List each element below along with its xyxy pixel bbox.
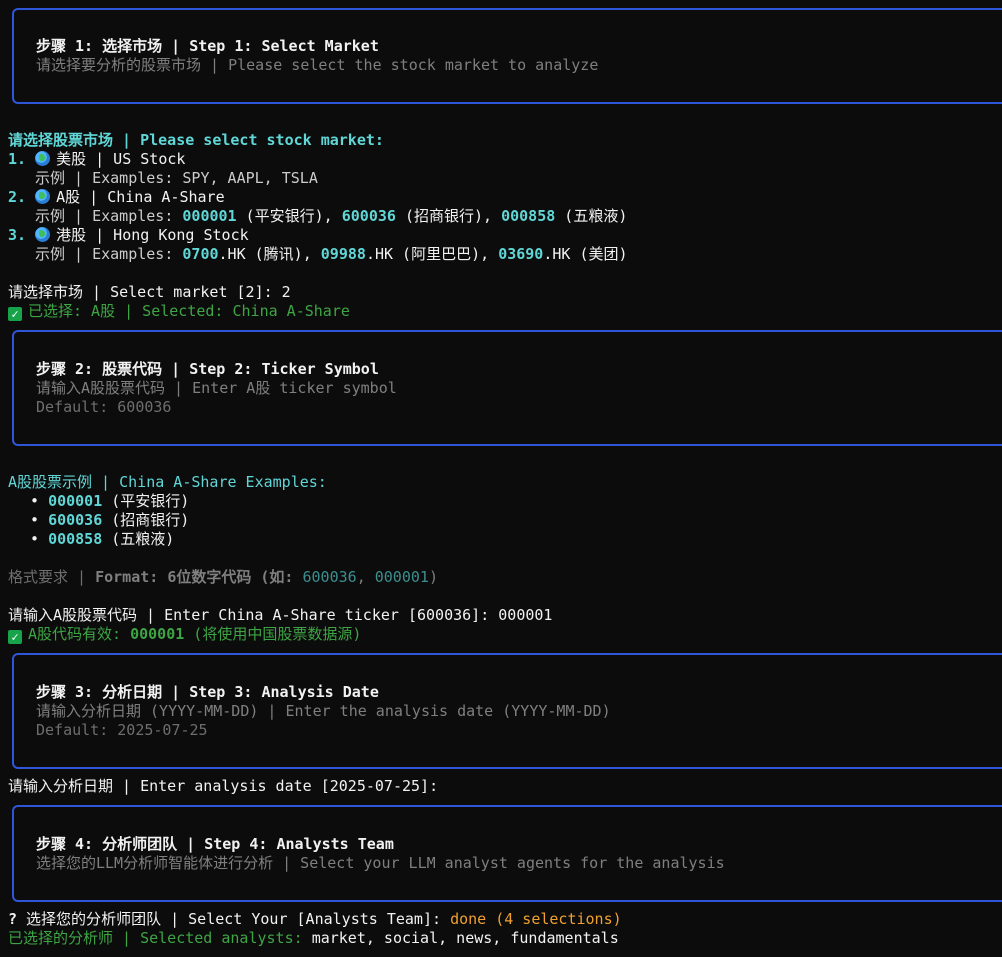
- step3-default: Default: 2025-07-25: [36, 721, 208, 739]
- market-select-input[interactable]: 请选择市场 | Select market [2]: 2: [8, 283, 291, 302]
- example-suffix: .HK: [543, 245, 571, 263]
- example-code: 600036: [341, 207, 396, 225]
- example-name: (平安银行),: [236, 207, 342, 225]
- example-prefix: 示例 | Examples:: [35, 245, 183, 263]
- market-selected-text: 已选择: A股 | Selected: China A-Share: [28, 302, 350, 320]
- market-example-hk: 示例 | Examples: 0700.HK (腾讯), 09988.HK (阿…: [35, 245, 628, 264]
- example-suffix: .HK: [365, 245, 394, 263]
- example-suffix: .HK: [218, 245, 246, 263]
- example-name: (招商银行): [102, 511, 190, 529]
- step2-default: Default: 600036: [36, 398, 172, 416]
- checkmark-icon: ✓: [8, 307, 22, 321]
- example-name: (平安银行): [102, 492, 190, 510]
- analysts-team-prompt[interactable]: ? 选择您的分析师团队 | Select Your [Analysts Team…: [8, 910, 622, 929]
- market-option-a-share[interactable]: 2. A股 | China A-Share: [8, 188, 225, 207]
- example-code: 000001: [48, 492, 103, 510]
- format-close: ): [428, 568, 438, 586]
- date-input[interactable]: 请输入分析日期 | Enter analysis date [2025-07-2…: [8, 777, 438, 796]
- question-mark: ?: [8, 910, 18, 928]
- globe-icon: [35, 189, 51, 204]
- example-code: 600036: [48, 511, 103, 529]
- market-label: A股 | China A-Share: [56, 188, 225, 206]
- step4-panel: 步骤 4: 分析师团队 | Step 4: Analysts Team 选择您的…: [12, 805, 1002, 902]
- market-option-us[interactable]: 1. 美股 | US Stock: [8, 150, 185, 169]
- selected-analysts-value: market, social, news, fundamentals: [311, 929, 619, 947]
- step3-panel: 步骤 3: 分析日期 | Step 3: Analysis Date 请输入分析…: [12, 653, 1002, 769]
- example-values: SPY, AAPL, TSLA: [182, 169, 318, 187]
- step2-title: 步骤 2: 股票代码 | Step 2: Ticker Symbol: [36, 360, 379, 378]
- example-code: 09988: [320, 245, 366, 263]
- list-item: • 600036 (招商银行): [30, 511, 190, 529]
- ticker-valid-code: 000001: [130, 625, 185, 643]
- format-prefix: 格式要求 |: [8, 568, 96, 586]
- example-name: (招商银行),: [395, 207, 502, 225]
- checkmark-icon: ✓: [8, 630, 22, 644]
- format-code: 600036: [302, 568, 357, 586]
- step4-title: 步骤 4: 分析师团队 | Step 4: Analysts Team: [36, 835, 394, 853]
- step3-subtitle: 请输入分析日期 (YYYY-MM-DD) | Enter the analysi…: [36, 702, 611, 720]
- market-number: 1.: [8, 150, 27, 168]
- list-item: • 000858 (五粮液): [30, 530, 175, 548]
- examples-title: A股股票示例 | China A-Share Examples:: [8, 473, 327, 491]
- format-label: Format: 6位数字代码 (如:: [95, 568, 303, 586]
- globe-icon: [35, 227, 51, 242]
- market-label: 港股 | Hong Kong Stock: [56, 226, 249, 244]
- team-prompt-text: 选择您的分析师团队 | Select Your [Analysts Team]:: [17, 910, 451, 928]
- step2-subtitle: 请输入A股股票代码 | Enter A股 ticker symbol: [36, 379, 397, 397]
- format-code: 000001: [374, 568, 429, 586]
- step1-panel: 步骤 1: 选择市场 | Step 1: Select Market 请选择要分…: [12, 8, 1002, 104]
- example-name: (阿里巴巴),: [393, 245, 499, 263]
- example-code: 000858: [48, 530, 103, 548]
- list-item: • 000001 (平安银行): [30, 492, 190, 510]
- format-sep: ,: [356, 568, 375, 586]
- ticker-valid-confirmation: ✓ A股代码有效: 000001 (将使用中国股票数据源): [8, 625, 361, 644]
- ticker-valid-prefix: A股代码有效:: [28, 625, 131, 643]
- selected-analysts: 已选择的分析师 | Selected analysts: market, soc…: [8, 929, 619, 948]
- example-name: (美团): [570, 245, 628, 263]
- step1-title: 步骤 1: 选择市场 | Step 1: Select Market: [36, 37, 379, 55]
- market-selected-confirmation: ✓ 已选择: A股 | Selected: China A-Share: [8, 302, 350, 321]
- market-prompt: 请选择股票市场 | Please select stock market:: [8, 131, 384, 149]
- example-code: 03690: [498, 245, 544, 263]
- example-code: 0700: [182, 245, 219, 263]
- market-label: 美股 | US Stock: [56, 150, 186, 168]
- market-example-us: 示例 | Examples: SPY, AAPL, TSLA: [35, 169, 318, 188]
- ticker-input[interactable]: 请输入A股股票代码 | Enter China A-Share ticker […: [8, 606, 552, 625]
- team-prompt-answer: done (4 selections): [450, 910, 622, 928]
- example-name: (腾讯),: [245, 245, 321, 263]
- market-option-hk[interactable]: 3. 港股 | Hong Kong Stock: [8, 226, 249, 245]
- market-example-a-share: 示例 | Examples: 000001 (平安银行), 600036 (招商…: [35, 207, 627, 226]
- example-name: (五粮液): [102, 530, 175, 548]
- example-prefix: 示例 | Examples:: [35, 207, 183, 225]
- market-number: 3.: [8, 226, 27, 244]
- selected-analysts-label: 已选择的分析师 | Selected analysts:: [8, 929, 312, 947]
- example-code: 000001: [182, 207, 237, 225]
- step2-panel: 步骤 2: 股票代码 | Step 2: Ticker Symbol 请输入A股…: [12, 330, 1002, 446]
- market-number: 2.: [8, 188, 27, 206]
- step3-title: 步骤 3: 分析日期 | Step 3: Analysis Date: [36, 683, 379, 701]
- globe-icon: [35, 151, 51, 166]
- example-name: (五粮液): [555, 207, 628, 225]
- ticker-valid-suffix: (将使用中国股票数据源): [184, 625, 362, 643]
- format-requirement: 格式要求 | Format: 6位数字代码 (如: 600036, 000001…: [8, 568, 438, 587]
- step1-subtitle: 请选择要分析的股票市场 | Please select the stock ma…: [36, 56, 599, 74]
- example-prefix: 示例 | Examples:: [35, 169, 183, 187]
- step4-subtitle: 选择您的LLM分析师智能体进行分析 | Select your LLM anal…: [36, 854, 725, 872]
- example-code: 000858: [501, 207, 556, 225]
